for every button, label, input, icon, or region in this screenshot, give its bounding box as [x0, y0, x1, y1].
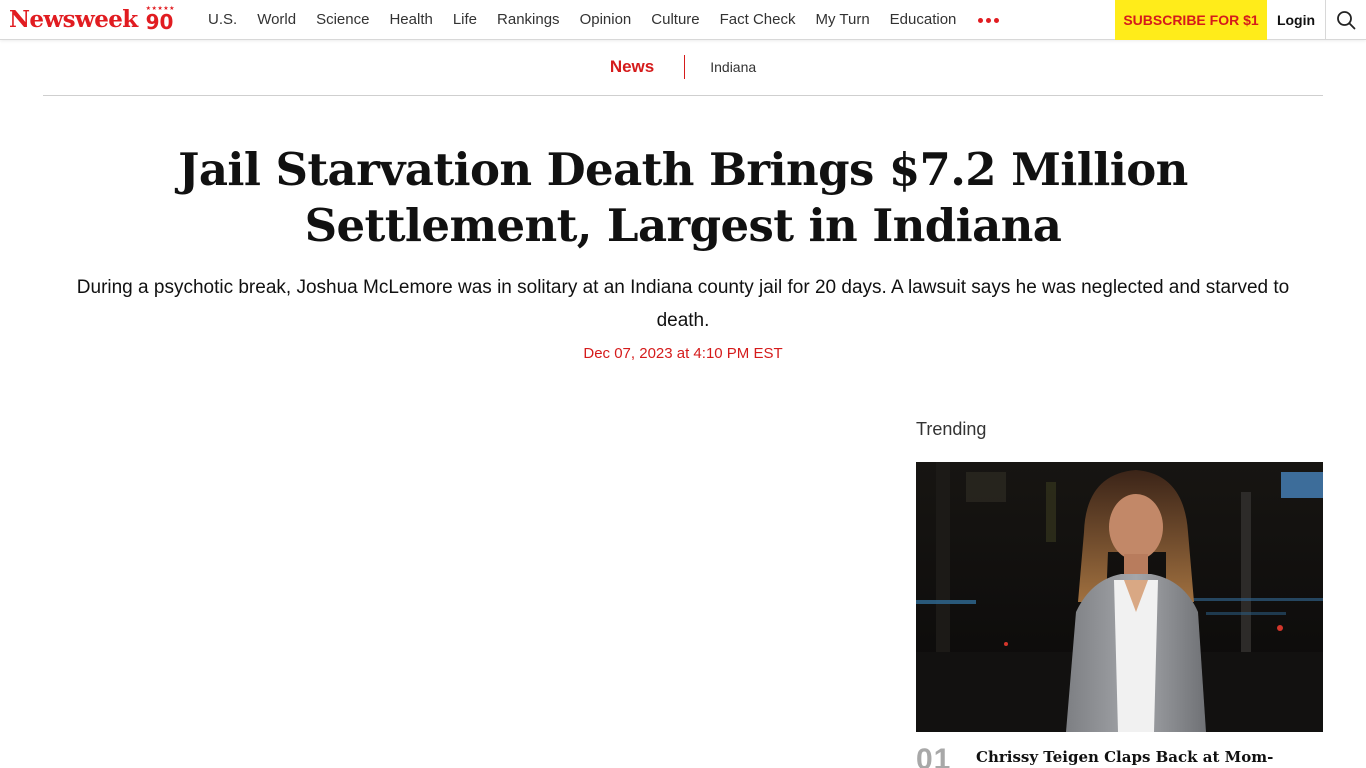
- more-dots-icon[interactable]: [974, 0, 1003, 40]
- nav-link-opinion[interactable]: Opinion: [570, 0, 642, 40]
- article-dateline: Dec 07, 2023 at 4:10 PM EST: [583, 345, 783, 362]
- breadcrumb: News Indiana: [0, 52, 1366, 82]
- trending-image[interactable]: [916, 462, 1323, 732]
- trending-item-title[interactable]: Chrissy Teigen Claps Back at Mom-Shamer: [976, 747, 1323, 768]
- nav-link-education[interactable]: Education: [880, 0, 967, 40]
- logo-wordmark: Newsweek: [9, 6, 138, 33]
- subscribe-button[interactable]: SUBSCRIBE FOR $1: [1115, 0, 1267, 40]
- badge-number: 90: [145, 10, 174, 34]
- header-rule: [43, 95, 1323, 96]
- article-dek: During a psychotic break, Joshua McLemor…: [76, 277, 1290, 331]
- breadcrumb-tag-indiana[interactable]: Indiana: [685, 59, 756, 75]
- search-icon[interactable]: [1326, 0, 1366, 40]
- more-dot: [994, 17, 1000, 23]
- nav-link-life[interactable]: Life: [443, 0, 487, 40]
- more-dot: [986, 17, 992, 23]
- login-button[interactable]: Login: [1267, 0, 1325, 40]
- anniversary-badge: ★★★★★ 90: [145, 6, 175, 34]
- nav-link-culture[interactable]: Culture: [641, 0, 709, 40]
- breadcrumb-section-news[interactable]: News: [610, 57, 684, 77]
- trending-heading: Trending: [916, 419, 987, 439]
- nav-link-my-turn[interactable]: My Turn: [805, 0, 879, 40]
- nav-link-rankings[interactable]: Rankings: [487, 0, 570, 40]
- section-nav: U.S. World Science Health Life Rankings …: [198, 0, 1003, 40]
- top-navigation-bar: Newsweek ★★★★★ 90 U.S. World Science Hea…: [0, 0, 1366, 40]
- nav-link-fact-check[interactable]: Fact Check: [710, 0, 806, 40]
- nav-link-science[interactable]: Science: [306, 0, 379, 40]
- more-dot: [978, 17, 984, 23]
- nav-link-us[interactable]: U.S.: [198, 0, 247, 40]
- nav-link-world[interactable]: World: [247, 0, 306, 40]
- nav-link-health[interactable]: Health: [379, 0, 442, 40]
- trending-rank: 01: [916, 743, 952, 768]
- newsweek-logo[interactable]: Newsweek ★★★★★ 90: [9, 6, 175, 34]
- article-headline: Jail Starvation Death Brings $7.2 Millio…: [178, 143, 1188, 252]
